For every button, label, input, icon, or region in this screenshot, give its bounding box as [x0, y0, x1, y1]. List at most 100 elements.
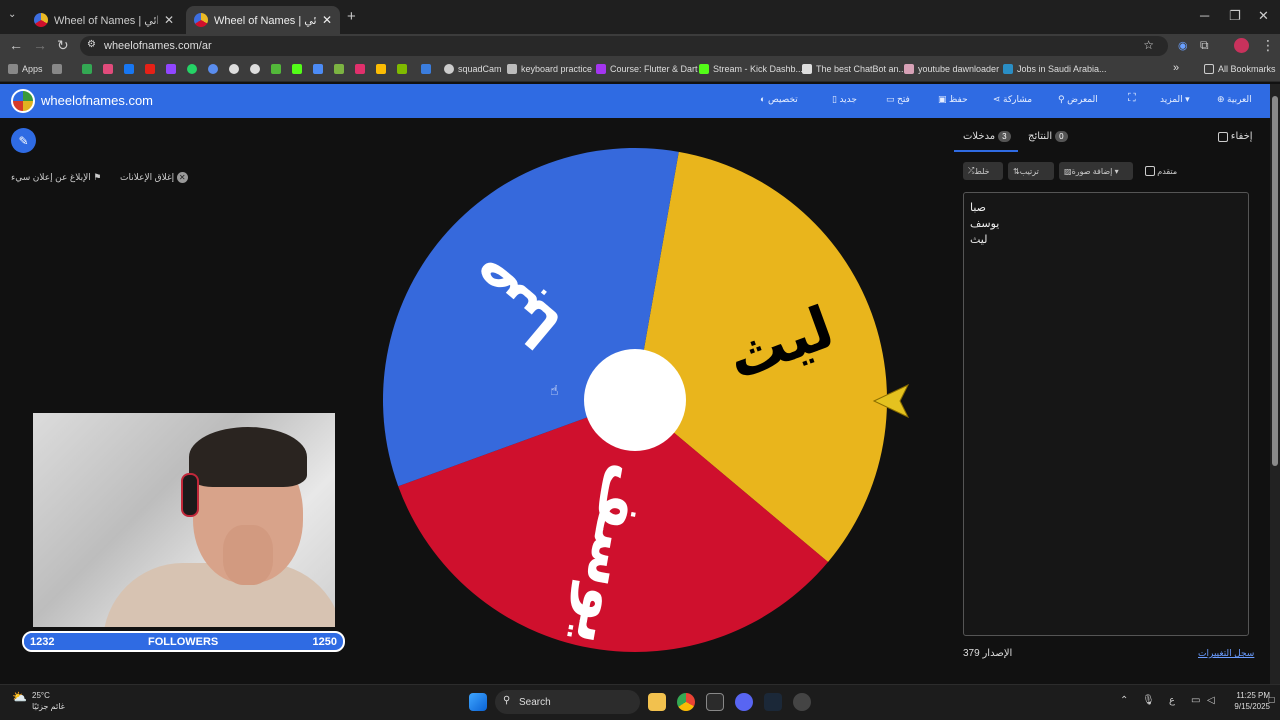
notification-icon[interactable]: ▢: [1268, 695, 1276, 704]
nav-label: المعرض: [1067, 94, 1098, 104]
page-scrollbar[interactable]: [1270, 84, 1280, 684]
wheel-svg[interactable]: ليثيوسفصبا: [380, 148, 890, 653]
extension-icon[interactable]: ◉: [1178, 39, 1188, 52]
profile-avatar[interactable]: [1234, 38, 1249, 53]
bookmark-grid[interactable]: [52, 64, 66, 74]
bookmark-kick-dashboard[interactable]: Stream - Kick Dashb...: [699, 64, 803, 74]
tab-entries[interactable]: مدخلات 3: [963, 131, 1014, 142]
bookmark-icon-2[interactable]: [103, 64, 117, 74]
input-language[interactable]: ع: [1169, 695, 1175, 706]
advanced-toggle[interactable]: متقدم: [1140, 162, 1182, 180]
bookmark-messenger[interactable]: [208, 64, 222, 74]
new-tab-button[interactable]: +: [347, 8, 356, 25]
all-bookmarks[interactable]: All Bookmarks: [1204, 64, 1276, 74]
close-window-icon[interactable]: ✕: [1258, 8, 1269, 24]
bookmark-apps[interactable]: Apps: [8, 64, 43, 74]
share-button[interactable]: ⋖ مشاركة: [993, 94, 1032, 105]
gallery-button[interactable]: ⚲ المعرض: [1058, 94, 1098, 105]
new-button[interactable]: ▯ جديد: [832, 94, 857, 105]
obs-icon[interactable]: [706, 693, 724, 711]
browser-tab-1[interactable]: Wheel of Names | سم العشوائي ✕: [26, 6, 182, 34]
windows-start-icon[interactable]: [469, 693, 487, 711]
extensions-puzzle-icon[interactable]: ⧉: [1200, 38, 1209, 53]
share-icon: ⋖: [993, 94, 1004, 104]
bookmark-squadcam[interactable]: squadCam: [444, 64, 502, 74]
entries-textarea[interactable]: صبا يوسف ليث: [963, 192, 1249, 636]
bookmark-translate[interactable]: [313, 64, 327, 74]
system-clock[interactable]: 11:25 PM 9/15/2025: [1222, 690, 1270, 712]
back-icon[interactable]: ←: [9, 37, 23, 53]
fullscreen-icon[interactable]: ⛶: [1128, 92, 1136, 105]
hide-toggle[interactable]: إخفاء: [1218, 131, 1253, 142]
save-button[interactable]: ▣ حفظ: [938, 94, 968, 105]
wheel-center-hub[interactable]: [584, 349, 686, 451]
maximize-icon[interactable]: ❐: [1229, 8, 1241, 24]
minimize-icon[interactable]: ─: [1200, 8, 1209, 23]
report-ad-link[interactable]: الإبلاغ عن إعلان سيء ⚑: [11, 172, 101, 183]
hide-checkbox[interactable]: [1218, 131, 1228, 142]
site-icon: [82, 64, 92, 74]
bookmark-chatbot[interactable]: The best ChatBot an...: [802, 64, 906, 74]
scrollbar-thumb[interactable]: [1272, 96, 1278, 466]
steam-icon[interactable]: [764, 693, 782, 711]
tray-overflow-icon[interactable]: ⌃: [1120, 695, 1128, 706]
file-explorer-icon[interactable]: [648, 693, 666, 711]
bookmark-keyboard[interactable]: keyboard practice: [507, 64, 592, 74]
chrome-icon[interactable]: [677, 693, 695, 711]
shuffle-button[interactable]: ⤮ خلط: [963, 162, 1003, 180]
bookmark-star-icon[interactable]: ☆: [1143, 38, 1154, 52]
bookmark-twitch[interactable]: [166, 64, 180, 74]
bookmark-icon-4[interactable]: [334, 64, 348, 74]
bookmark-whatsapp[interactable]: [187, 64, 201, 74]
customize-button[interactable]: ◐ تخصيص: [760, 94, 798, 105]
bookmark-icon-3[interactable]: [271, 64, 285, 74]
logo-wheel-icon[interactable]: [11, 89, 35, 113]
microphone-icon[interactable]: 🎙: [1142, 695, 1155, 706]
close-ads-link[interactable]: إغلاق الإعلانات ✕: [120, 172, 188, 183]
bookmark-icon-1[interactable]: [82, 64, 96, 74]
tab-search-icon[interactable]: ⌄: [8, 9, 16, 20]
app-icon[interactable]: [793, 693, 811, 711]
bookmark-instagram[interactable]: [355, 64, 369, 74]
bookmark-threads[interactable]: [229, 64, 243, 74]
volume-icon[interactable]: ◁: [1207, 695, 1215, 706]
bookmark-flutter-course[interactable]: Course: Flutter & Dart: [596, 64, 698, 74]
bookmark-jobs[interactable]: Jobs in Saudi Arabia...: [1003, 64, 1107, 74]
sort-button[interactable]: ⇅ ترتيب: [1008, 162, 1054, 180]
bookmark-microsoft[interactable]: [397, 64, 411, 74]
bookmark-youtube[interactable]: [145, 64, 159, 74]
edit-pencil-button[interactable]: ✎: [11, 128, 36, 153]
udemy-icon: [596, 64, 606, 74]
close-tab-icon[interactable]: ✕: [322, 13, 332, 27]
spin-wheel[interactable]: ليث يوسف صبا: [380, 148, 890, 653]
entry-line: ليث: [970, 234, 988, 246]
network-icon[interactable]: ▭: [1191, 695, 1200, 706]
changelog-link[interactable]: سجل التغييرات: [1198, 648, 1254, 659]
language-button[interactable]: ⊕ العربية: [1217, 94, 1252, 105]
site-logo-text[interactable]: wheelofnames.com: [41, 93, 153, 108]
more-button[interactable]: المزيد ▾: [1160, 94, 1190, 105]
bookmark-kick[interactable]: [292, 64, 306, 74]
bookmark-youtube-downloader[interactable]: youtube dawnloader: [904, 64, 999, 74]
add-image-button[interactable]: ▨ إضافة صورة ▾: [1059, 162, 1133, 180]
bookmark-github[interactable]: [250, 64, 264, 74]
bookmark-google-drive[interactable]: [376, 64, 390, 74]
site-info-icon[interactable]: ⚙: [87, 39, 96, 50]
reload-icon[interactable]: ↻: [57, 37, 69, 54]
open-button[interactable]: ▭ فتح: [886, 94, 910, 105]
browser-tab-2[interactable]: Wheel of Names | سم العشوائي ✕: [186, 6, 340, 34]
browser-toolbar: ← → ↻ ⚙ wheelofnames.com/ar ☆ ◉ ⧉ ⋮: [0, 34, 1280, 58]
close-tab-icon[interactable]: ✕: [164, 13, 174, 27]
weather-widget[interactable]: ⛅ 25°C غائم جزئيًا: [12, 690, 65, 712]
address-bar[interactable]: ⚙ wheelofnames.com/ar ☆: [80, 36, 1168, 56]
bookmark-icon-5[interactable]: [421, 64, 435, 74]
tab-results[interactable]: النتائج 0: [1028, 131, 1071, 142]
discord-icon[interactable]: [735, 693, 753, 711]
forward-icon[interactable]: →: [33, 37, 47, 53]
taskbar-search[interactable]: ⚲ Search: [495, 690, 640, 714]
bookmark-facebook[interactable]: [124, 64, 138, 74]
bookmarks-overflow-icon[interactable]: »: [1173, 62, 1179, 74]
advanced-checkbox[interactable]: [1145, 166, 1155, 176]
entries-label: مدخلات: [963, 131, 996, 142]
menu-kebab-icon[interactable]: ⋮: [1261, 37, 1275, 54]
